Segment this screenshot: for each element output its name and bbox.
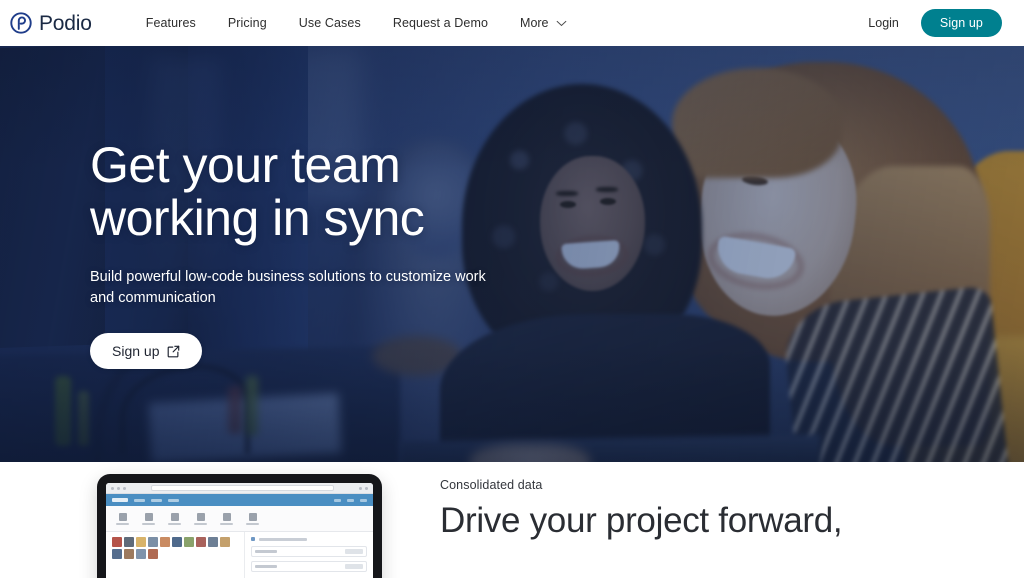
hero-section: Get your team working in sync Build powe…: [0, 46, 1024, 462]
app-toolbar: [106, 506, 373, 532]
browser-url-bar: [151, 485, 334, 491]
hero-heading-line1: Get your team: [90, 136, 401, 193]
browser-chrome-bar: [106, 483, 373, 494]
podio-logo[interactable]: Podio: [10, 12, 92, 34]
hero-heading-line2: working in sync: [90, 189, 425, 246]
member-avatar-grid: [112, 537, 238, 559]
nav-item-request-a-demo[interactable]: Request a Demo: [377, 10, 504, 36]
app-detail-panel: [245, 532, 373, 578]
top-navigation-bar: Podio Features Pricing Use Cases Request…: [0, 0, 1024, 46]
login-link[interactable]: Login: [856, 10, 911, 36]
hero-signup-button[interactable]: Sign up: [90, 333, 203, 370]
laptop-screen: [106, 483, 373, 578]
primary-nav-links: Features Pricing Use Cases Request a Dem…: [130, 10, 583, 36]
signup-button-nav[interactable]: Sign up: [920, 9, 1002, 37]
section-eyebrow: Consolidated data: [440, 478, 543, 492]
consolidated-data-text-column: Consolidated data Drive your project for…: [440, 462, 1024, 578]
hero-subheading: Build powerful low-code business solutio…: [90, 268, 486, 306]
external-link-icon: [168, 345, 180, 358]
section-heading: Drive your project forward,: [440, 501, 843, 540]
podio-pin-logo-icon: [10, 12, 32, 34]
nav-actions: Login Sign up: [856, 9, 1002, 37]
laptop-mockup-column: [0, 462, 440, 578]
hero-heading: Get your team working in sync: [90, 136, 610, 246]
podio-app-header-bar: [106, 494, 373, 506]
nav-item-pricing[interactable]: Pricing: [212, 10, 283, 36]
nav-item-use-cases[interactable]: Use Cases: [283, 10, 377, 36]
nav-item-more[interactable]: More: [504, 10, 582, 36]
hero-signup-label: Sign up: [112, 343, 160, 360]
hero-content: Get your team working in sync Build powe…: [90, 46, 610, 462]
chevron-down-icon: [556, 20, 566, 26]
app-content-area: [106, 532, 373, 578]
podio-logo-text: Podio: [39, 11, 92, 35]
laptop-mockup: [97, 474, 382, 578]
app-members-panel: [106, 532, 245, 578]
consolidated-data-section: Consolidated data Drive your project for…: [0, 462, 1024, 578]
nav-item-features[interactable]: Features: [130, 10, 212, 36]
nav-more-label: More: [520, 16, 549, 30]
